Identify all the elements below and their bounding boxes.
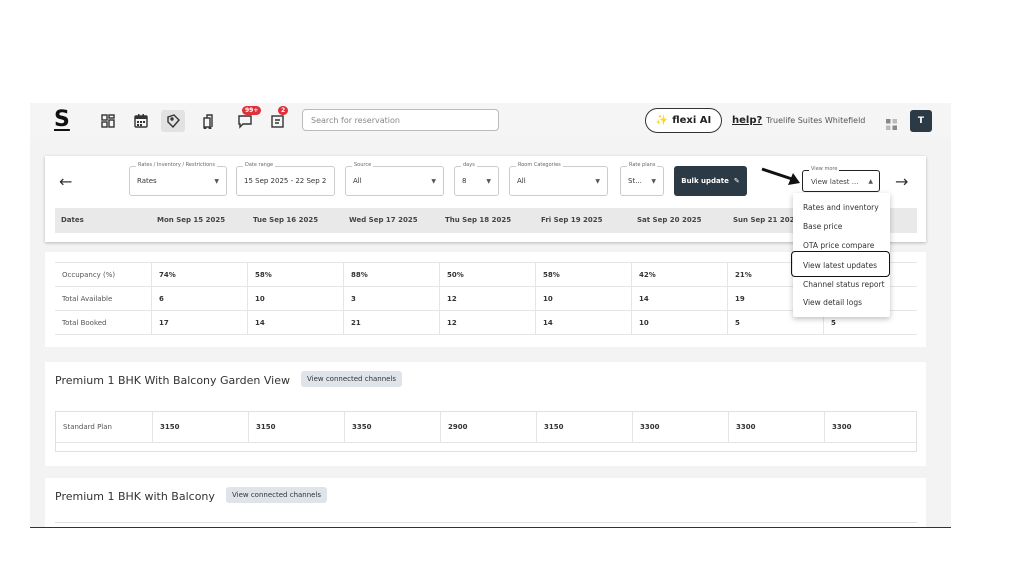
table-row: Total Booked 17 14 21 12 14 10 5 5 [55, 311, 917, 335]
apps-grid-icon[interactable] [886, 115, 897, 134]
table-row: Occupancy (%) 74% 58% 88% 50% 58% 42% 21… [55, 263, 917, 287]
mode-select[interactable]: Rates / Inventory / Restrictions Rates ▼ [129, 162, 227, 196]
calendar-icon[interactable] [132, 112, 150, 130]
bulk-update-button[interactable]: Bulk update ✎ [674, 166, 747, 196]
caret-up-icon: ▲ [868, 178, 873, 185]
room-card: Premium 1 BHK with Balcony View connecte… [45, 478, 926, 527]
dates-header-cell: Thu Sep 18 2025 [445, 216, 512, 224]
room-card: Premium 1 BHK With Balcony Garden View V… [45, 362, 926, 466]
stats-table: Occupancy (%) 74% 58% 88% 50% 58% 42% 21… [55, 262, 917, 335]
magic-wand-icon: ✨ [655, 115, 669, 126]
app-logo[interactable]: S [54, 107, 70, 132]
notes-badge: 2 [278, 106, 289, 115]
table-row: Total Available 6 10 3 12 10 14 19 [55, 287, 917, 311]
dates-header-cell: Sat Sep 20 2025 [637, 216, 702, 224]
view-more-select[interactable]: View more View latest ... ▲ [802, 166, 880, 192]
highlight-box [791, 251, 890, 277]
flexi-ai-button[interactable]: ✨ flexi AI [645, 108, 722, 133]
room-title: Premium 1 BHK With Balcony Garden View [55, 374, 290, 387]
dates-header-cell: Dates [61, 216, 84, 224]
dates-header-cell: Tue Sep 16 2025 [253, 216, 319, 224]
chat-icon[interactable]: 99+ [236, 106, 262, 130]
search-input[interactable] [302, 109, 499, 131]
rates-icon[interactable] [161, 110, 185, 132]
menu-item-view-detail-logs[interactable]: View detail logs [803, 298, 862, 307]
back-arrow-icon[interactable]: ← [59, 172, 72, 191]
rate-plans-select[interactable]: Rate plans St... ▼ [620, 162, 664, 196]
table-row: Standard Plan 3150 3150 3350 2900 3150 3… [56, 412, 916, 443]
menu-item-base-price[interactable]: Base price [803, 222, 842, 231]
caret-down-icon: ▼ [431, 178, 436, 185]
source-select[interactable]: Source All ▼ [345, 162, 444, 196]
divider [55, 522, 917, 523]
caret-down-icon: ▼ [486, 178, 491, 185]
annotation-arrow-icon [761, 167, 800, 185]
next-arrow-icon[interactable]: → [895, 172, 908, 191]
dates-header-cell: Wed Sep 17 2025 [349, 216, 418, 224]
room-title: Premium 1 BHK with Balcony [55, 490, 215, 503]
caret-down-icon: ▼ [651, 178, 656, 185]
dashboard-icon[interactable] [99, 112, 117, 130]
days-select[interactable]: days 8 ▼ [454, 162, 499, 196]
bellboy-icon[interactable] [199, 112, 217, 130]
caret-down-icon: ▼ [214, 178, 219, 185]
date-range-field[interactable]: Date range 15 Sep 2025 - 22 Sep 2 [236, 162, 335, 196]
chat-badge: 99+ [242, 106, 262, 115]
help-link[interactable]: help? [732, 115, 762, 126]
room-categories-select[interactable]: Room Categories All ▼ [509, 162, 608, 196]
user-avatar[interactable]: T [910, 110, 932, 132]
view-connected-channels-button[interactable]: View connected channels [301, 371, 403, 387]
dates-header-cell: Fri Sep 19 2025 [541, 216, 603, 224]
dates-header-row: Dates Mon Sep 15 2025 Tue Sep 16 2025 We… [55, 208, 917, 233]
menu-item-channel-status-report[interactable]: Channel status report [803, 280, 885, 289]
menu-item-rates-inventory[interactable]: Rates and inventory [803, 203, 879, 212]
menu-item-ota-price-compare[interactable]: OTA price compare [803, 241, 874, 250]
view-connected-channels-button[interactable]: View connected channels [226, 487, 328, 503]
dates-header-cell: Mon Sep 15 2025 [157, 216, 226, 224]
notes-icon[interactable]: 2 [269, 106, 289, 130]
pencil-icon: ✎ [733, 177, 740, 185]
rate-plan-table: Standard Plan 3150 3150 3350 2900 3150 3… [55, 411, 917, 452]
caret-down-icon: ▼ [595, 178, 600, 185]
top-bar: S 99+ 2 ✨ flexi AI help? Truelife Suites… [30, 103, 951, 139]
hotel-name: Truelife Suites Whitefield [766, 116, 866, 125]
